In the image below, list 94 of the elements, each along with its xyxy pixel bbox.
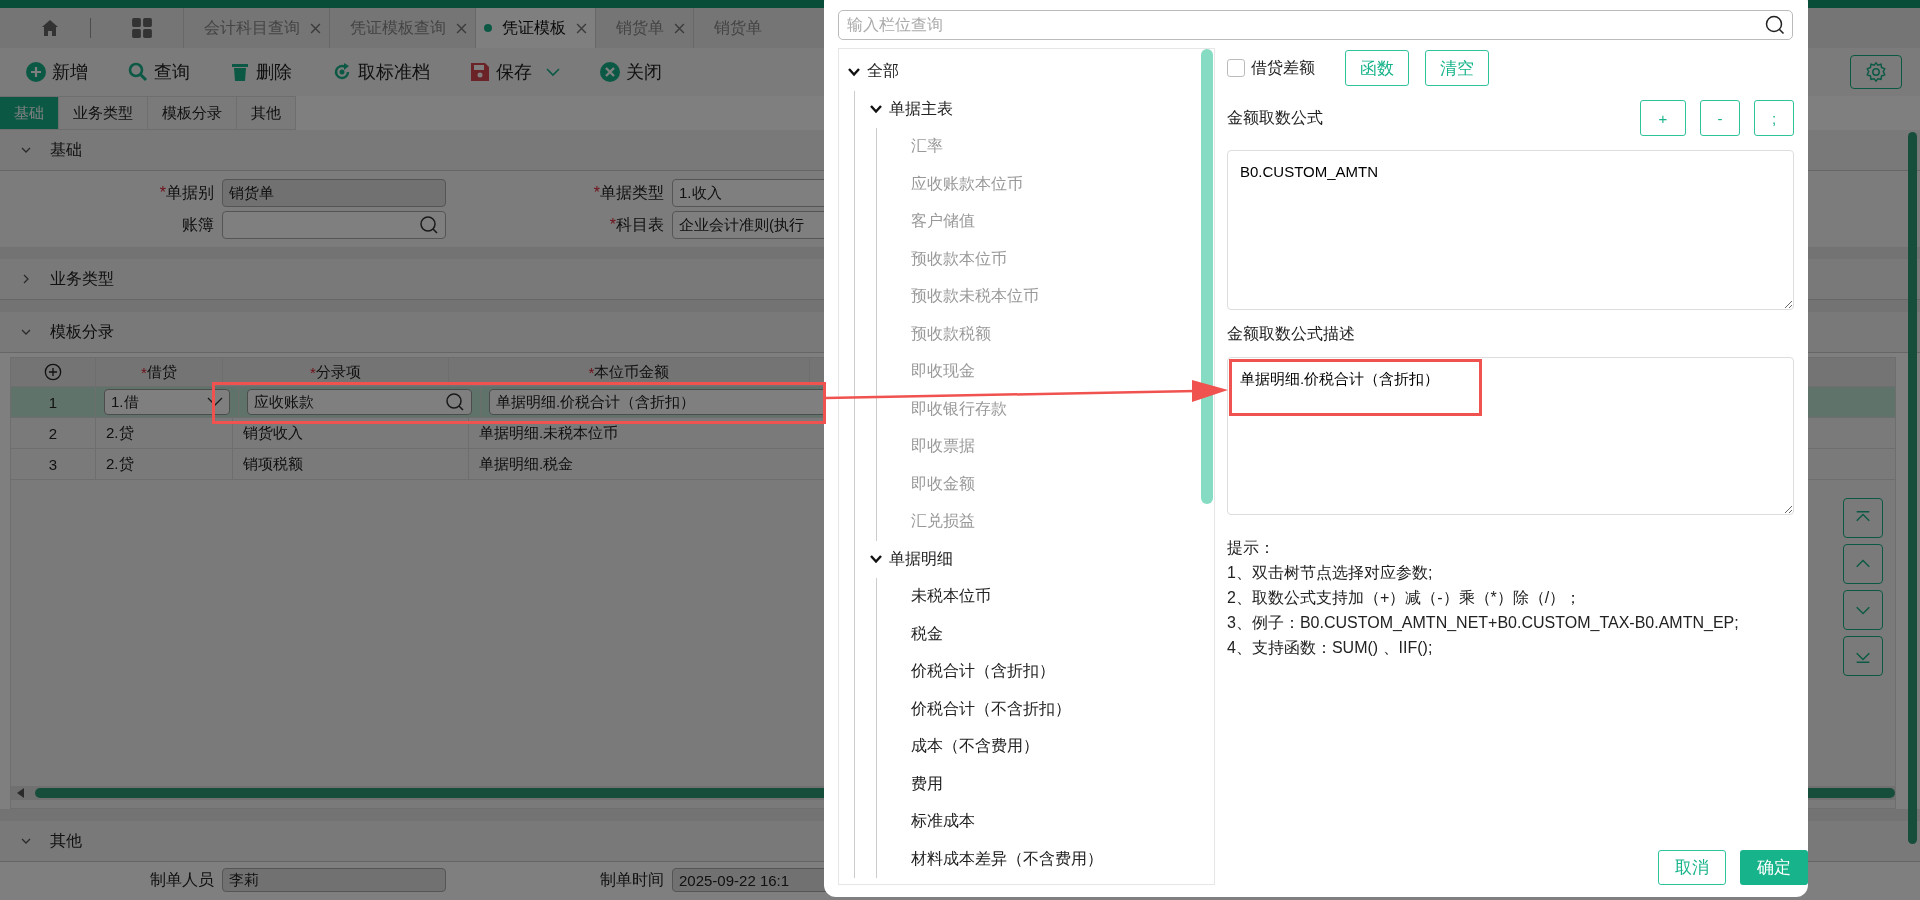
row-number: 2 (11, 418, 96, 448)
field-label: 制单人员 (149, 869, 214, 890)
tree-item[interactable]: 单据明细 (889, 548, 953, 570)
required-mark: * (609, 215, 616, 233)
column-header: *本位币金额 (449, 358, 810, 386)
toolbar-button[interactable]: 查询 (128, 60, 190, 84)
column-header: *分录项 (223, 358, 449, 386)
form-tab[interactable]: 其他 (237, 96, 296, 130)
table-cell: 销项税额 (233, 449, 469, 479)
tree-item[interactable]: 成本（不含费用） (891, 736, 1039, 758)
page-tab[interactable]: 凭证模板 (475, 8, 595, 48)
section-title: 基础 (50, 139, 82, 160)
checkbox[interactable] (1227, 59, 1245, 77)
checkbox-label: 借贷差额 (1251, 57, 1315, 78)
scroll-left-icon[interactable] (17, 788, 25, 798)
tree-item[interactable]: 税金 (891, 623, 943, 645)
table-cell: 2.贷 (96, 418, 233, 448)
hint-line: 3、例子：B0.CUSTOM_AMTN_NET+B0.CUSTOM_TAX-B0.AMTN_EP; (1227, 613, 1740, 633)
cancel-button[interactable]: 取消 (1658, 850, 1726, 885)
search-icon (128, 62, 148, 82)
tree-item[interactable]: 全部 (867, 61, 899, 83)
form-tab[interactable]: 模板分录 (148, 96, 237, 130)
scroll-button[interactable] (1843, 636, 1883, 676)
table-cell: 2.贷 (96, 449, 233, 479)
operator-button[interactable]: ; (1754, 100, 1794, 136)
close-icon[interactable] (576, 22, 587, 34)
table-cell: 销货收入 (233, 418, 469, 448)
operator-button[interactable]: + (1640, 100, 1686, 136)
formula-field[interactable]: B0.CUSTOM_AMTN (1227, 150, 1794, 310)
outline-button[interactable]: 清空 (1425, 50, 1489, 86)
operator-button[interactable]: - (1700, 100, 1740, 136)
confirm-button[interactable]: 确定 (1740, 850, 1808, 885)
field-label: 制单时间 (599, 869, 664, 890)
input-field[interactable] (222, 211, 446, 239)
tree-item[interactable]: 未税本位币 (891, 586, 991, 608)
tree-item[interactable]: 标准成本 (891, 811, 975, 833)
input-field[interactable]: 应收账款 (247, 389, 472, 415)
section-title: 模板分录 (50, 321, 114, 342)
tree-item[interactable]: 单据主表 (889, 98, 953, 120)
input-field[interactable]: 李莉 (222, 868, 446, 892)
trash-icon (230, 62, 250, 82)
outline-button[interactable]: 函数 (1345, 50, 1409, 86)
hint-line: 1、双击树节点选择对应参数; (1227, 563, 1434, 583)
plus-circle-icon (26, 62, 46, 82)
toolbar-button[interactable]: 保存 (470, 60, 560, 84)
toolbar-button[interactable]: 新增 (26, 60, 88, 84)
tree-item[interactable]: 费用 (891, 773, 943, 795)
column-header: *借贷 (96, 358, 223, 386)
form-tab[interactable]: 业务类型 (59, 96, 148, 130)
input-field[interactable]: 销货单 (222, 179, 446, 207)
tree-item[interactable]: 价税合计（不含折扣） (891, 698, 1071, 720)
formula-label: 金额取数公式 (1227, 107, 1323, 128)
description-field[interactable]: 单据明细.价税合计（含折扣） (1227, 357, 1794, 515)
close-icon[interactable] (674, 22, 685, 34)
tree-item[interactable]: 价税合计（含折扣） (891, 661, 1055, 683)
active-dot-icon (484, 24, 492, 32)
hint-line: 4、支持函数：SUM() 、IIF(); (1227, 638, 1434, 658)
field-label: 单据别 (166, 183, 214, 201)
tree-item[interactable]: 材料成本差异（不含费用） (891, 848, 1103, 870)
dropdown[interactable]: 1.借 (104, 389, 230, 415)
toolbar-button[interactable]: 取标准档 (332, 60, 430, 84)
add-row-icon[interactable] (44, 363, 62, 381)
hint-line: 2、取数公式支持加（+）减（-）乘（*）除（/）； (1227, 588, 1583, 608)
description-label: 金额取数公式描述 (1227, 324, 1356, 344)
close-icon[interactable] (456, 22, 467, 34)
close-circle-icon (600, 62, 620, 82)
grid-icon[interactable] (131, 17, 153, 39)
settings-button[interactable] (1850, 55, 1902, 89)
section-title: 业务类型 (50, 268, 114, 289)
required-mark: * (159, 183, 166, 201)
toolbar-button[interactable]: 关闭 (600, 60, 662, 84)
caret-icon (207, 397, 223, 407)
vertical-scrollbar[interactable] (1201, 49, 1213, 504)
scroll-button[interactable] (1843, 498, 1883, 538)
settings-icon (1865, 61, 1887, 83)
section-title: 其他 (50, 830, 82, 851)
caret-icon (546, 67, 560, 77)
refresh-icon (332, 62, 352, 82)
field-label: 账簿 (182, 215, 214, 233)
hint-title: 提示： (1227, 538, 1276, 558)
scroll-button[interactable] (1843, 590, 1883, 630)
row-number: 1 (11, 387, 96, 417)
home-icon[interactable] (40, 18, 60, 38)
toolbar-button[interactable]: 删除 (230, 60, 292, 84)
field-label: 单据类型 (600, 183, 664, 201)
vertical-scrollbar[interactable] (1908, 132, 1917, 844)
search-icon[interactable] (1765, 15, 1785, 35)
field-label: 科目表 (616, 215, 664, 233)
save-icon (470, 62, 490, 82)
scroll-button[interactable] (1843, 544, 1883, 584)
close-icon[interactable] (310, 22, 321, 34)
row-number: 3 (11, 449, 96, 479)
search-field[interactable]: 输入栏位查询 (838, 10, 1793, 40)
required-mark: * (593, 183, 600, 201)
